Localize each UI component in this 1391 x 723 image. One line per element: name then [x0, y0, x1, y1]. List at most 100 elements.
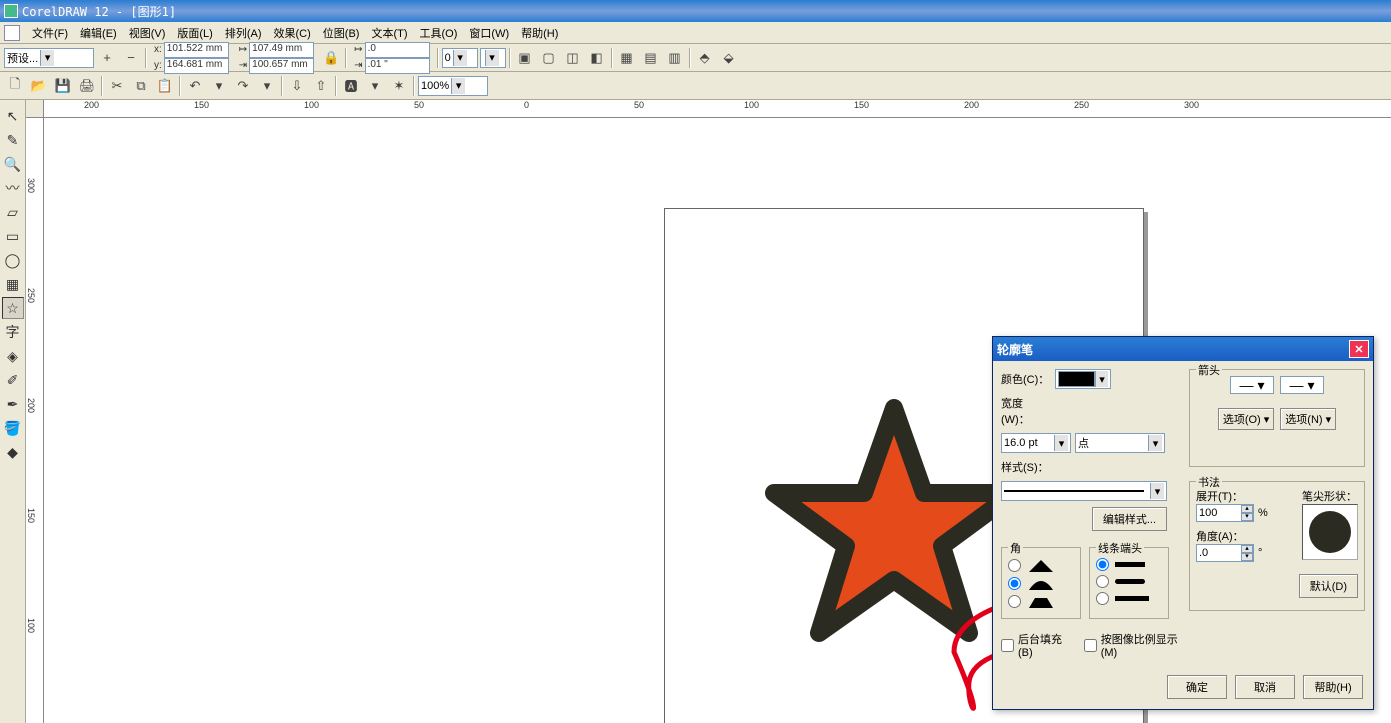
interactive-blend-tool[interactable]: ◈	[2, 345, 24, 367]
menu-bitmaps[interactable]: 位图(B)	[317, 23, 366, 43]
menu-layout[interactable]: 版面(L)	[171, 23, 218, 43]
ok-button[interactable]: 确定	[1167, 675, 1227, 699]
rotation-field[interactable]: .0	[365, 42, 430, 58]
star-shape[interactable]	[764, 398, 1024, 658]
zoom-combo[interactable]: 100% ▾	[418, 76, 488, 96]
smart-draw-tool[interactable]: ▱	[2, 201, 24, 223]
redo-dd[interactable]: ▾	[256, 75, 278, 97]
end-arrow-combo[interactable]: —▾	[1280, 376, 1324, 394]
undo-dd[interactable]: ▾	[208, 75, 230, 97]
scale-image-checkbox-row[interactable]: 按图像比例显示(M)	[1084, 631, 1187, 659]
subpoints-combo[interactable]: ▾	[480, 48, 506, 68]
start-arrow-combo[interactable]: —▾	[1230, 376, 1274, 394]
x-position[interactable]: 101.522 mm	[164, 42, 229, 58]
menu-help[interactable]: 帮助(H)	[515, 23, 564, 43]
style-combo[interactable]: ▾	[1001, 481, 1167, 501]
ellipse-tool[interactable]: ◯	[2, 249, 24, 271]
star-tool[interactable]: ☆	[2, 297, 24, 319]
spin-up[interactable]: ▴	[1241, 505, 1253, 513]
corner-miter-radio[interactable]	[1008, 559, 1021, 572]
menu-edit[interactable]: 编辑(E)	[74, 23, 123, 43]
menu-effects[interactable]: 效果(C)	[268, 23, 317, 43]
combine-button[interactable]: ◧	[586, 47, 608, 69]
lock-icon[interactable]: 🔒	[320, 47, 342, 69]
fill-tool[interactable]: 🪣	[2, 417, 24, 439]
new-button[interactable]: 🗋	[4, 75, 26, 97]
align-button[interactable]: ▥	[664, 47, 686, 69]
print-button[interactable]: 🖨	[76, 75, 98, 97]
scale-image-checkbox[interactable]	[1084, 639, 1097, 652]
corner-miter-row[interactable]	[1008, 558, 1074, 572]
weld-button[interactable]: ⬘	[694, 47, 716, 69]
remove-preset-button[interactable]: −	[120, 47, 142, 69]
chevron-down-icon[interactable]: ▾	[1054, 435, 1068, 451]
corner-bevel-radio[interactable]	[1008, 595, 1021, 608]
pick-tool[interactable]: ↖	[2, 105, 24, 127]
help-button[interactable]: 帮助(H)	[1303, 675, 1363, 699]
edit-style-button[interactable]: 编辑样式...	[1092, 507, 1167, 531]
shape-tool[interactable]: ✎	[2, 129, 24, 151]
break-apart-button[interactable]: ◫	[562, 47, 584, 69]
spin-down[interactable]: ▾	[1241, 513, 1253, 521]
chevron-down-icon[interactable]: ▾	[40, 50, 54, 66]
chevron-down-icon[interactable]: ▾	[1148, 435, 1162, 451]
width-field[interactable]: 107.49 mm	[249, 42, 314, 58]
menu-text[interactable]: 文本(T)	[365, 23, 413, 43]
spin-up[interactable]: ▴	[1241, 545, 1253, 553]
eyedropper-tool[interactable]: ✐	[2, 369, 24, 391]
cut-button[interactable]: ✂	[106, 75, 128, 97]
outline-pen-dialog[interactable]: 轮廓笔 ✕ 颜色(C)： ▾ 宽度(W)： 16.0 pt ▾ 点	[992, 336, 1374, 710]
add-preset-button[interactable]: +	[96, 47, 118, 69]
rectangle-tool[interactable]: ▭	[2, 225, 24, 247]
launch-app-button[interactable]: 🅰	[340, 75, 362, 97]
angle-spinner[interactable]: ▴▾	[1196, 544, 1254, 562]
menu-file[interactable]: 文件(F)	[26, 23, 74, 43]
cap-square-radio[interactable]	[1096, 592, 1109, 605]
to-back-button[interactable]: ▢	[538, 47, 560, 69]
stretch-spinner[interactable]: ▴▾	[1196, 504, 1254, 522]
stretch-input[interactable]	[1197, 505, 1241, 521]
menu-window[interactable]: 窗口(W)	[463, 23, 515, 43]
launch-dd[interactable]: ▾	[364, 75, 386, 97]
width-unit-combo[interactable]: 点 ▾	[1075, 433, 1165, 453]
width-combo[interactable]: 16.0 pt ▾	[1001, 433, 1071, 453]
height-field[interactable]: 100.657 mm	[249, 58, 314, 74]
menu-arrange[interactable]: 排列(A)	[219, 23, 268, 43]
scale-field[interactable]: .01 "	[365, 58, 430, 74]
redo-button[interactable]: ↷	[232, 75, 254, 97]
save-button[interactable]: 💾	[52, 75, 74, 97]
chevron-down-icon[interactable]: ▾	[1095, 371, 1108, 387]
options-n-button[interactable]: 选项(N) ▾	[1280, 408, 1336, 430]
ungroup-button[interactable]: ▤	[640, 47, 662, 69]
to-front-button[interactable]: ▣	[514, 47, 536, 69]
corner-round-radio[interactable]	[1008, 577, 1021, 590]
corel-online-button[interactable]: ✶	[388, 75, 410, 97]
undo-button[interactable]: ↶	[184, 75, 206, 97]
cap-square-row[interactable]	[1096, 592, 1162, 605]
points-combo[interactable]: 0▾	[442, 48, 478, 68]
close-icon[interactable]: ✕	[1349, 340, 1369, 358]
menu-tools[interactable]: 工具(O)	[414, 23, 464, 43]
options-o-button[interactable]: 选项(O) ▾	[1218, 408, 1274, 430]
angle-input[interactable]	[1197, 545, 1241, 561]
copy-button[interactable]: ⧉	[130, 75, 152, 97]
group-button[interactable]: ▦	[616, 47, 638, 69]
interactive-fill-tool[interactable]: ◆	[2, 441, 24, 463]
chevron-down-icon[interactable]: ▾	[1150, 483, 1164, 499]
trim-button[interactable]: ⬙	[718, 47, 740, 69]
default-button[interactable]: 默认(D)	[1299, 574, 1358, 598]
outline-tool[interactable]: ✒	[2, 393, 24, 415]
cancel-button[interactable]: 取消	[1235, 675, 1295, 699]
graph-paper-tool[interactable]: ▦	[2, 273, 24, 295]
zoom-tool[interactable]: 🔍	[2, 153, 24, 175]
spin-down[interactable]: ▾	[1241, 553, 1253, 561]
import-button[interactable]: ⇩	[286, 75, 308, 97]
freehand-tool[interactable]: 〰	[2, 177, 24, 199]
preset-combo[interactable]: 预设... ▾	[4, 48, 94, 68]
corner-round-row[interactable]	[1008, 576, 1074, 590]
back-fill-checkbox-row[interactable]: 后台填充(B)	[1001, 631, 1072, 659]
cap-butt-radio[interactable]	[1096, 558, 1109, 571]
corner-bevel-row[interactable]	[1008, 594, 1074, 608]
menu-view[interactable]: 视图(V)	[123, 23, 172, 43]
text-tool[interactable]: 字	[2, 321, 24, 343]
